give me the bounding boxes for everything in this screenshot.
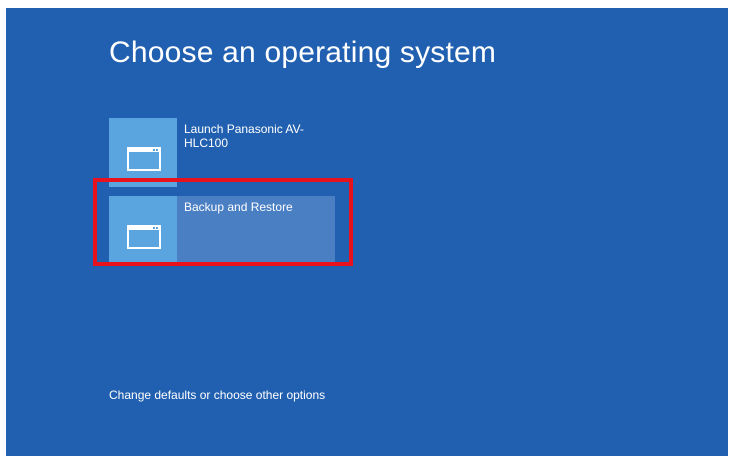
- os-tile: [109, 118, 177, 187]
- os-item-label: Backup and Restore: [184, 200, 293, 214]
- boot-menu-screen: Choose an operating system Launch Panaso…: [6, 8, 728, 456]
- os-tile: [109, 196, 177, 265]
- change-defaults-link[interactable]: Change defaults or choose other options: [109, 388, 325, 402]
- window-icon: [127, 225, 161, 249]
- os-item-launch-panasonic[interactable]: Launch Panasonic AV-HLC100: [109, 118, 335, 187]
- os-item-label: Launch Panasonic AV-HLC100: [184, 122, 304, 150]
- page-title: Choose an operating system: [109, 36, 497, 69]
- os-item-backup-and-restore[interactable]: Backup and Restore: [109, 196, 335, 265]
- window-icon: [127, 147, 161, 171]
